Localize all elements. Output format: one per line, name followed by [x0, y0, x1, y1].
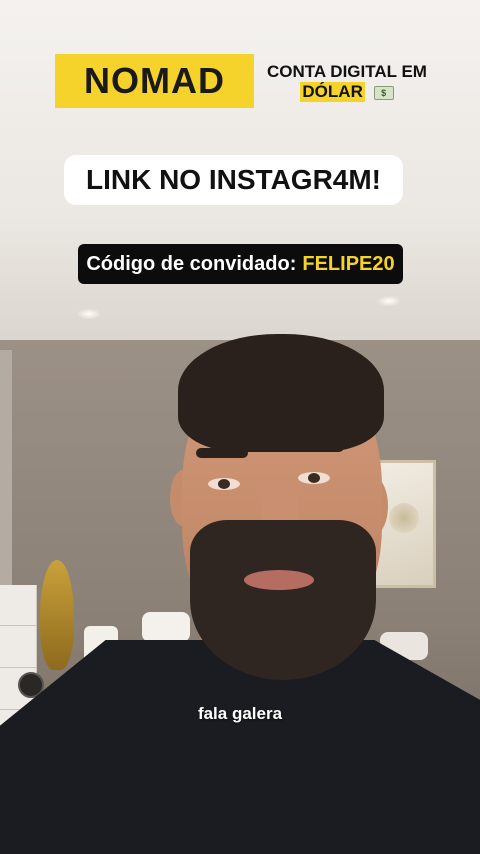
invite-code-banner: Código de convidado: FELIPE20 [78, 244, 403, 284]
promo-line-1: CONTA DIGITAL EM [267, 62, 427, 81]
hair [178, 334, 384, 452]
drawer-line [0, 667, 36, 668]
drawer-line [0, 625, 36, 626]
link-banner: LINK NO INSTAGR4M! [64, 155, 403, 205]
mouth [244, 570, 314, 590]
pupil [308, 473, 320, 483]
invite-code-value: FELIPE20 [302, 252, 395, 275]
pupil [218, 479, 230, 489]
right-eyebrow [292, 442, 344, 452]
beard [190, 520, 376, 680]
pillow [142, 612, 190, 642]
shirt [0, 640, 480, 854]
palm-leaf-decor [40, 560, 74, 670]
left-eye [208, 478, 240, 490]
promo-line-2: DÓLAR [300, 82, 365, 102]
money-bill-icon: $ [373, 85, 394, 100]
logo-text: NOMAD [84, 60, 225, 101]
flower-art [389, 503, 419, 533]
link-banner-text: LINK NO INSTAGR4M! [85, 164, 382, 195]
left-eyebrow [196, 448, 248, 458]
right-eye [298, 472, 330, 484]
promo-text: CONTA DIGITAL EM DÓLAR $ [264, 62, 430, 102]
nomad-logo: NOMAD [55, 54, 254, 108]
video-frame[interactable] [0, 0, 480, 854]
invite-code-label: Código de convidado: [86, 252, 297, 275]
ceiling-light [378, 296, 400, 306]
subtitle-caption: fala galera [197, 704, 283, 723]
ceiling-light [78, 309, 100, 319]
